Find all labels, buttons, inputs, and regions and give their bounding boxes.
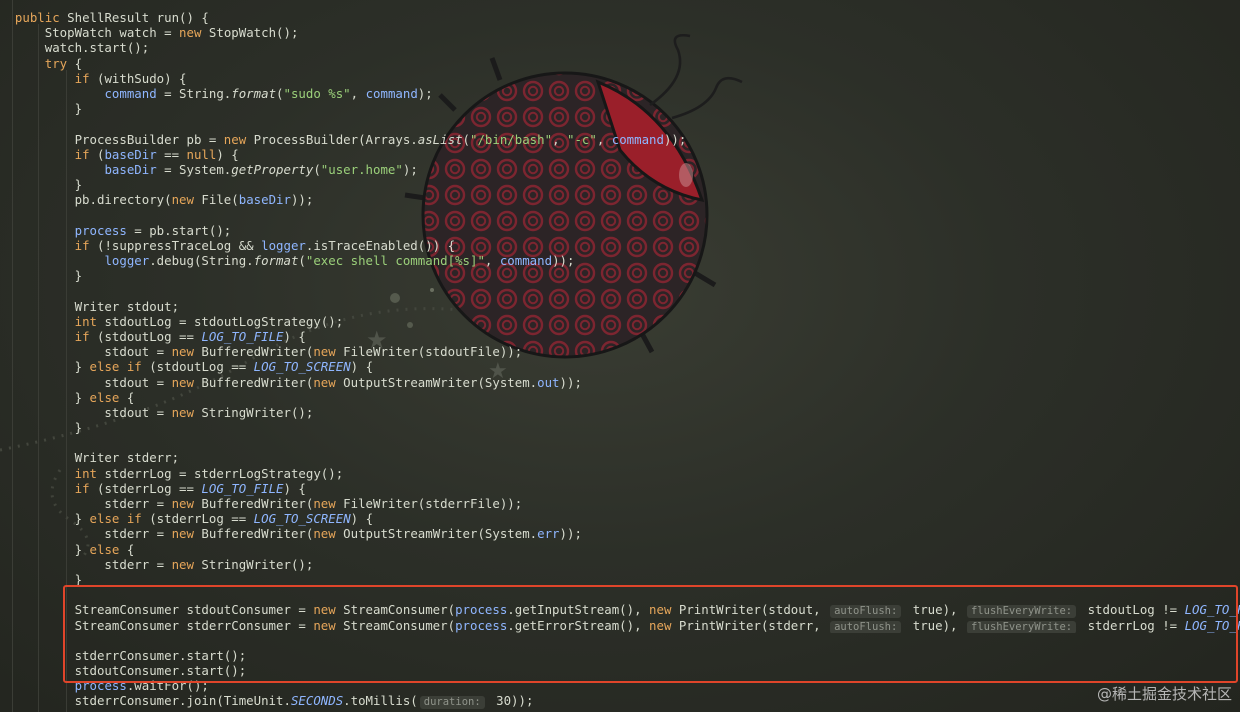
code-line[interactable]: if (baseDir == null) { <box>0 147 1240 162</box>
code-line[interactable]: stderrConsumer.join(TimeUnit.SECONDS.toM… <box>0 693 1240 709</box>
code-line[interactable]: } <box>0 101 1240 116</box>
code-line[interactable]: watch.start(); <box>0 40 1240 55</box>
code-line[interactable]: command = String.format("sudo %s", comma… <box>0 86 1240 101</box>
code-line[interactable]: logger.debug(String.format("exec shell c… <box>0 253 1240 268</box>
code-line[interactable] <box>0 116 1240 131</box>
code-line[interactable]: pb.directory(new File(baseDir)); <box>0 192 1240 207</box>
code-line[interactable]: Writer stdout; <box>0 299 1240 314</box>
code-line[interactable]: } else { <box>0 390 1240 405</box>
code-line[interactable]: baseDir = System.getProperty("user.home"… <box>0 162 1240 177</box>
code-line[interactable]: StopWatch watch = new StopWatch(); <box>0 25 1240 40</box>
code-line[interactable] <box>0 207 1240 222</box>
parameter-hint: duration: <box>419 696 485 709</box>
code-line[interactable]: if (withSudo) { <box>0 71 1240 86</box>
code-line[interactable]: } <box>0 177 1240 192</box>
code-line[interactable] <box>0 435 1240 450</box>
code-line[interactable]: if (!suppressTraceLog && logger.isTraceE… <box>0 238 1240 253</box>
code-line[interactable]: try { <box>0 56 1240 71</box>
code-line[interactable]: int stderrLog = stderrLogStrategy(); <box>0 466 1240 481</box>
code-line[interactable]: } else if (stdoutLog == LOG_TO_SCREEN) { <box>0 359 1240 374</box>
code-line[interactable]: if (stderrLog == LOG_TO_FILE) { <box>0 481 1240 496</box>
code-line[interactable]: ProcessBuilder pb = new ProcessBuilder(A… <box>0 132 1240 147</box>
code-line[interactable]: stdout = new BufferedWriter(new FileWrit… <box>0 344 1240 359</box>
code-line[interactable]: } else if (stderrLog == LOG_TO_SCREEN) { <box>0 511 1240 526</box>
code-line[interactable]: public ShellResult run() { <box>0 10 1240 25</box>
code-line[interactable]: int stdoutLog = stdoutLogStrategy(); <box>0 314 1240 329</box>
code-line[interactable]: stdout = new StringWriter(); <box>0 405 1240 420</box>
code-line[interactable]: Writer stderr; <box>0 450 1240 465</box>
code-line[interactable]: } else { <box>0 542 1240 557</box>
highlight-box <box>63 585 1238 683</box>
code-line[interactable]: if (stdoutLog == LOG_TO_FILE) { <box>0 329 1240 344</box>
code-line[interactable]: process = pb.start(); <box>0 223 1240 238</box>
code-line[interactable]: stdout = new BufferedWriter(new OutputSt… <box>0 375 1240 390</box>
watermark: @稀土掘金技术社区 <box>1096 685 1232 703</box>
code-line[interactable]: stderr = new BufferedWriter(new FileWrit… <box>0 496 1240 511</box>
code-line[interactable] <box>0 283 1240 298</box>
code-line[interactable]: } <box>0 420 1240 435</box>
code-line[interactable]: stderr = new StringWriter(); <box>0 557 1240 572</box>
code-line[interactable]: } <box>0 268 1240 283</box>
code-line[interactable]: stderr = new BufferedWriter(new OutputSt… <box>0 526 1240 541</box>
